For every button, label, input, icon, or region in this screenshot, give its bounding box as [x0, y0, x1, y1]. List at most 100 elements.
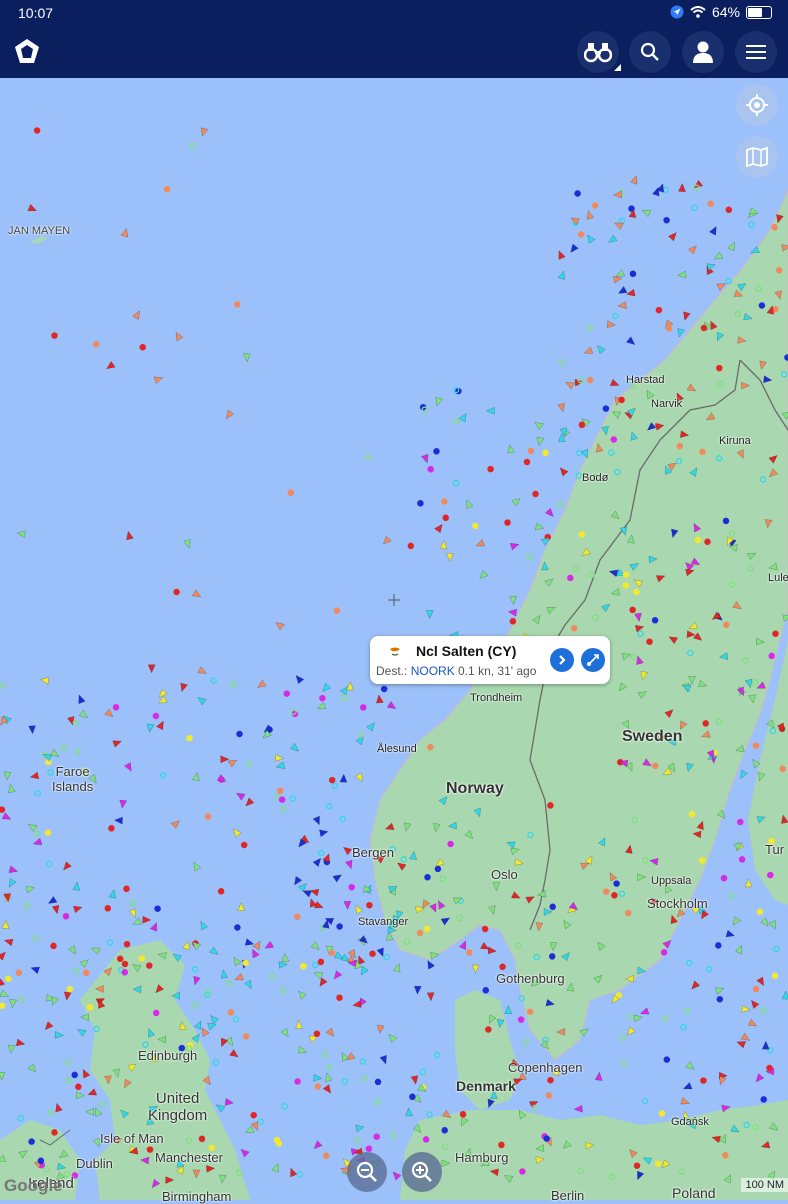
vessel-marker[interactable] [526, 1008, 534, 1015]
vessel-marker[interactable] [336, 994, 343, 1001]
vessel-marker[interactable] [346, 1052, 356, 1061]
vessel-marker[interactable] [441, 1109, 452, 1118]
vessel-marker[interactable] [713, 251, 724, 260]
vessel-marker[interactable] [244, 938, 255, 946]
vessel-marker[interactable] [735, 944, 743, 955]
vessel-marker[interactable] [309, 888, 320, 897]
vessel-marker[interactable] [8, 878, 17, 888]
vessel-marker[interactable] [543, 1135, 550, 1142]
vessel-marker[interactable] [182, 940, 190, 951]
zoom-out-button[interactable] [347, 1152, 387, 1192]
vessel-marker[interactable] [741, 1005, 751, 1013]
vessel-marker[interactable] [768, 652, 775, 660]
vessel-marker[interactable] [60, 744, 67, 752]
vessel-marker[interactable] [29, 771, 40, 780]
vessel-marker[interactable] [47, 895, 58, 904]
vessel-marker[interactable] [738, 856, 746, 863]
vessel-marker[interactable] [295, 674, 305, 685]
vessel-marker[interactable] [760, 917, 769, 927]
vessel-marker[interactable] [274, 753, 285, 762]
vessel-marker[interactable] [509, 618, 517, 625]
vessel-marker[interactable] [240, 841, 248, 849]
vessel-marker[interactable] [233, 956, 242, 967]
vessel-marker[interactable] [333, 970, 343, 980]
vessel-marker[interactable] [613, 880, 620, 887]
vessel-marker[interactable] [542, 449, 549, 457]
vessel-marker[interactable] [771, 972, 779, 980]
vessel-marker[interactable] [694, 536, 702, 544]
vessel-marker[interactable] [559, 467, 569, 477]
vessel-marker[interactable] [545, 1092, 553, 1099]
vessel-marker[interactable] [159, 772, 167, 779]
vessel-marker[interactable] [226, 409, 235, 420]
vessel-marker[interactable] [281, 952, 290, 963]
vessel-marker[interactable] [434, 523, 443, 534]
vessel-marker[interactable] [625, 288, 636, 297]
vessel-marker[interactable] [113, 816, 123, 825]
vessel-marker[interactable] [633, 588, 640, 596]
vessel-marker[interactable] [714, 987, 725, 995]
vessel-marker[interactable] [737, 818, 744, 826]
vessel-details-button[interactable] [550, 648, 574, 672]
vessel-marker[interactable] [365, 454, 373, 461]
vessel-marker[interactable] [207, 1023, 217, 1031]
vessel-marker[interactable] [283, 690, 291, 697]
vessel-marker[interactable] [756, 908, 764, 915]
vessel-marker[interactable] [236, 730, 243, 738]
vessel-marker[interactable] [439, 540, 447, 550]
vessel-marker[interactable] [75, 1083, 82, 1091]
vessel-marker[interactable] [761, 1040, 770, 1050]
vessel-marker[interactable] [683, 311, 691, 322]
vessel-marker[interactable] [281, 1102, 288, 1110]
vessel-marker[interactable] [289, 795, 297, 802]
vessel-marker[interactable] [129, 900, 136, 907]
vessel-marker[interactable] [51, 904, 60, 915]
vessel-marker[interactable] [95, 1107, 103, 1117]
account-button[interactable] [682, 31, 724, 73]
vessel-marker[interactable] [547, 802, 554, 809]
vessel-marker[interactable] [594, 1071, 603, 1081]
vessel-marker[interactable] [481, 925, 489, 933]
vessel-marker[interactable] [324, 1072, 333, 1083]
vessel-marker[interactable] [0, 681, 6, 689]
vessel-marker[interactable] [333, 951, 344, 959]
vessel-marker[interactable] [596, 345, 606, 355]
vessel-marker[interactable] [665, 325, 673, 332]
vessel-marker[interactable] [704, 538, 711, 546]
vessel-marker[interactable] [760, 1007, 767, 1014]
vessel-marker[interactable] [78, 694, 86, 705]
vessel-marker[interactable] [691, 204, 698, 211]
vessel-marker[interactable] [275, 761, 286, 769]
vessel-marker[interactable] [676, 442, 684, 450]
vessel-marker[interactable] [87, 1088, 98, 1096]
vessel-marker[interactable] [339, 686, 349, 696]
vessel-marker[interactable] [341, 694, 348, 701]
vessel-marker[interactable] [707, 200, 714, 208]
vessel-marker[interactable] [245, 760, 253, 768]
vessel-marker[interactable] [313, 1030, 321, 1038]
vessel-marker[interactable] [557, 270, 566, 280]
vessel-marker[interactable] [773, 945, 780, 953]
vessel-marker[interactable] [27, 1063, 37, 1073]
vessel-marker[interactable] [725, 929, 736, 938]
vessel-marker[interactable] [487, 946, 497, 955]
vessel-marker[interactable] [230, 680, 237, 688]
vessel-marker[interactable] [446, 553, 454, 563]
vessel-marker[interactable] [104, 905, 112, 912]
vessel-marker[interactable] [44, 829, 52, 836]
vessel-marker[interactable] [85, 1107, 94, 1116]
vessel-marker[interactable] [419, 1068, 427, 1076]
vessel-marker[interactable] [106, 939, 114, 946]
vessel-marker[interactable] [667, 232, 677, 242]
vessel-marker[interactable] [359, 704, 367, 711]
vessel-marker[interactable] [146, 1146, 154, 1153]
vessel-marker[interactable] [612, 312, 619, 320]
vessel-marker[interactable] [677, 328, 685, 338]
main-menu-button[interactable] [735, 31, 777, 73]
vessel-marker[interactable] [629, 175, 638, 185]
vessel-marker[interactable] [147, 664, 156, 674]
vessel-marker[interactable] [618, 396, 625, 404]
vessel-marker[interactable] [123, 940, 131, 948]
vessel-marker[interactable] [294, 875, 303, 886]
vessel-marker[interactable] [625, 336, 636, 346]
